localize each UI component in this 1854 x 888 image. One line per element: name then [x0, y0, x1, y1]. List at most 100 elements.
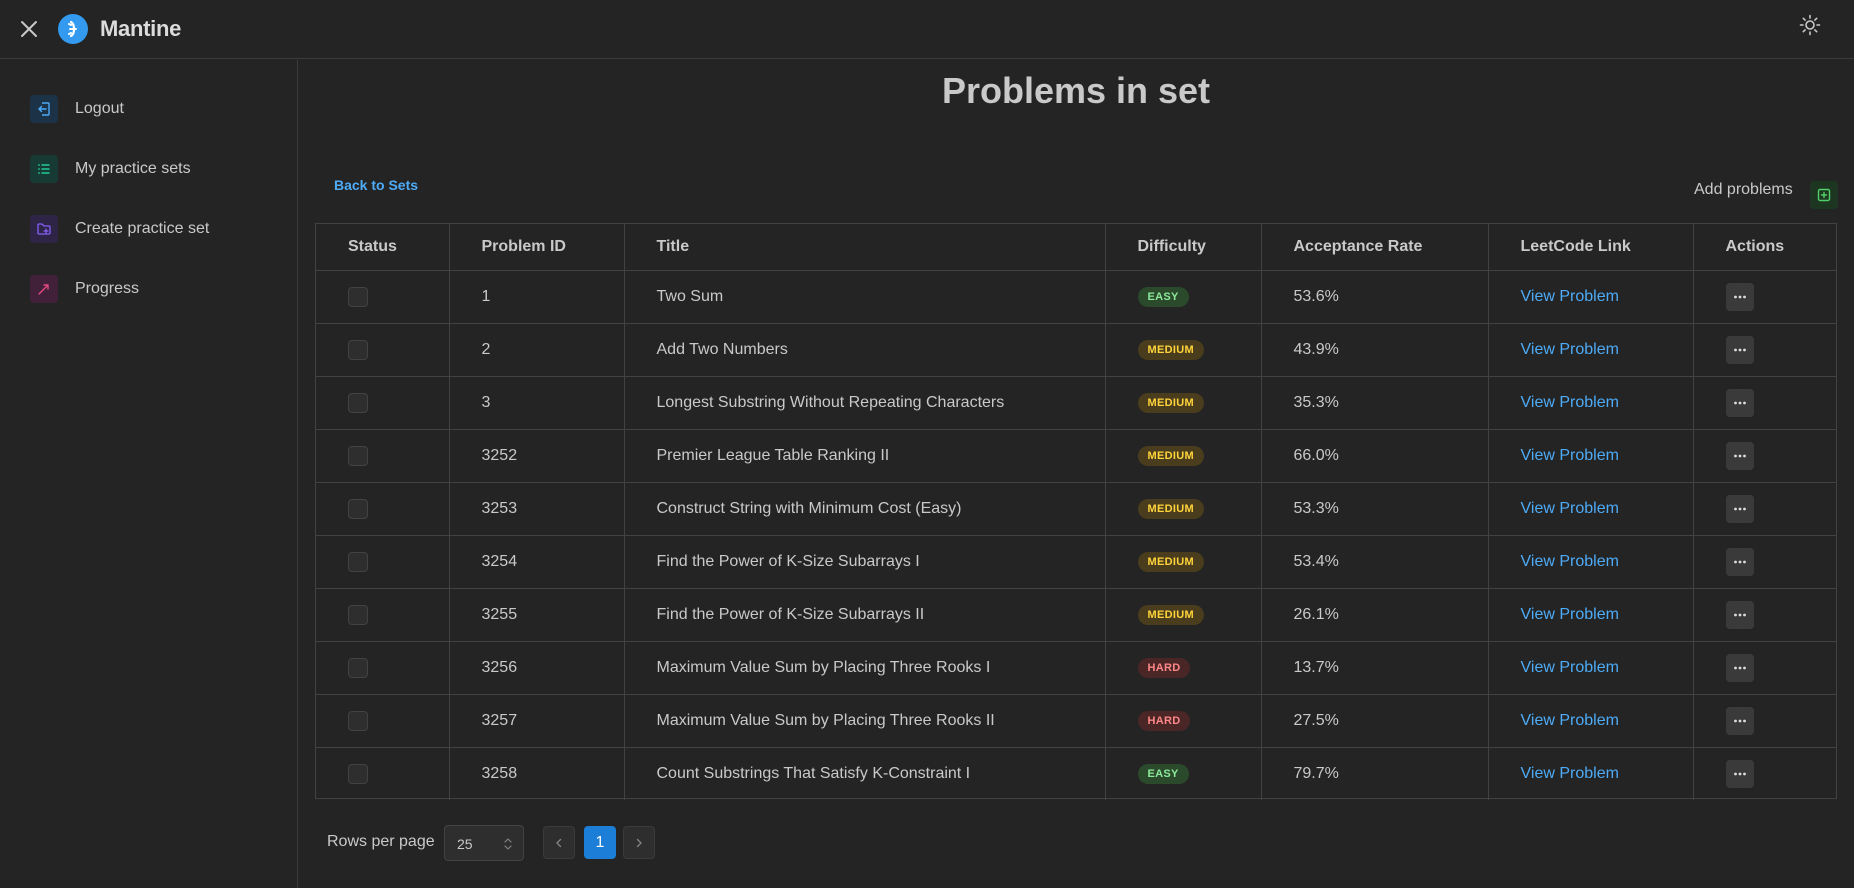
acceptance-rate-cell: 26.1%: [1261, 588, 1489, 642]
trending-up-icon: [30, 275, 58, 303]
column-header-acceptance-rate[interactable]: Acceptance Rate: [1261, 224, 1489, 271]
sidebar-item-progress[interactable]: Progress: [0, 263, 297, 315]
leetcode-link-cell: View Problem: [1488, 376, 1694, 430]
problem-title-cell: Construct String with Minimum Cost (Easy…: [624, 482, 1106, 536]
rows-per-page-label: Rows per page: [327, 833, 435, 850]
actions-cell: [1693, 694, 1836, 748]
row-actions-button[interactable]: [1725, 706, 1754, 735]
row-actions-button[interactable]: [1725, 600, 1754, 629]
view-problem-link[interactable]: View Problem: [1521, 341, 1619, 358]
row-actions-button[interactable]: [1725, 759, 1754, 788]
difficulty-badge: MEDIUM: [1137, 604, 1204, 625]
table-row: 3 Longest Substring Without Repeating Cha…: [316, 376, 1836, 430]
leetcode-link-cell: View Problem: [1488, 270, 1694, 324]
problem-id-cell: 2: [449, 323, 625, 377]
sidebar-item-label: Logout: [75, 100, 124, 117]
status-checkbox[interactable]: [348, 604, 368, 625]
difficulty-badge: MEDIUM: [1137, 551, 1204, 572]
difficulty-cell: MEDIUM: [1105, 429, 1262, 483]
row-actions-button[interactable]: [1725, 547, 1754, 576]
column-header-status[interactable]: Status: [316, 224, 450, 271]
mantine-logo-icon: [58, 14, 88, 44]
logo-text: Mantine: [100, 16, 182, 41]
table-row: 3255 Find the Power of K-Size Subarrays I…: [316, 588, 1836, 642]
status-cell: [316, 376, 450, 430]
leetcode-link-cell: View Problem: [1488, 535, 1694, 589]
status-checkbox[interactable]: [348, 763, 368, 784]
chevron-left-icon: [556, 838, 562, 847]
page-1-button[interactable]: 1: [584, 826, 616, 859]
status-checkbox[interactable]: [348, 445, 368, 466]
status-checkbox[interactable]: [348, 392, 368, 413]
row-actions-button[interactable]: [1725, 441, 1754, 470]
actions-cell: [1693, 535, 1836, 589]
column-header-difficulty[interactable]: Difficulty: [1105, 224, 1262, 271]
status-cell: [316, 588, 450, 642]
problems-table: Status Problem ID Title Difficulty Accep…: [315, 223, 1837, 800]
list-icon: [30, 155, 58, 183]
dots-icon: [1733, 666, 1746, 669]
acceptance-rate-cell: 27.5%: [1261, 694, 1489, 748]
status-cell: [316, 482, 450, 536]
dots-icon: [1733, 401, 1746, 404]
view-problem-link[interactable]: View Problem: [1521, 500, 1619, 517]
status-cell: [316, 323, 450, 377]
leetcode-link-cell: View Problem: [1488, 482, 1694, 536]
status-checkbox[interactable]: [348, 498, 368, 519]
difficulty-badge: EASY: [1137, 763, 1189, 784]
column-header-actions: Actions: [1693, 224, 1836, 271]
previous-page-button[interactable]: [543, 826, 575, 859]
status-checkbox[interactable]: [348, 657, 368, 678]
add-problems-button[interactable]: [1810, 181, 1838, 209]
theme-toggle-sun-icon[interactable]: [1797, 12, 1823, 38]
view-problem-link[interactable]: View Problem: [1521, 288, 1619, 305]
view-problem-link[interactable]: View Problem: [1521, 712, 1619, 729]
logo[interactable]: Mantine: [58, 14, 181, 44]
leetcode-link-cell: View Problem: [1488, 588, 1694, 642]
row-actions-button[interactable]: [1725, 494, 1754, 523]
status-checkbox[interactable]: [348, 551, 368, 572]
view-problem-link[interactable]: View Problem: [1521, 606, 1619, 623]
sidebar-item-my-practice-sets[interactable]: My practice sets: [0, 143, 297, 195]
close-icon[interactable]: [16, 16, 42, 42]
leetcode-link-cell: View Problem: [1488, 323, 1694, 377]
difficulty-cell: EASY: [1105, 747, 1262, 800]
problem-id-cell: 3257: [449, 694, 625, 748]
row-actions-button[interactable]: [1725, 335, 1754, 364]
column-header-problem-id[interactable]: Problem ID: [449, 224, 625, 271]
view-problem-link[interactable]: View Problem: [1521, 765, 1619, 782]
row-actions-button[interactable]: [1725, 388, 1754, 417]
problem-title-cell: Longest Substring Without Repeating Char…: [624, 376, 1106, 430]
difficulty-cell: EASY: [1105, 270, 1262, 324]
dots-icon: [1733, 772, 1746, 776]
status-checkbox[interactable]: [348, 286, 368, 307]
view-problem-link[interactable]: View Problem: [1521, 394, 1619, 411]
column-header-leetcode-link[interactable]: LeetCode Link: [1488, 224, 1694, 271]
problem-title-cell: Find the Power of K-Size Subarrays II: [624, 588, 1106, 642]
next-page-button[interactable]: [623, 826, 655, 859]
sidebar-item-create-practice-set[interactable]: Create practice set: [0, 203, 297, 255]
problem-title-cell: Premier League Table Ranking II: [624, 429, 1106, 483]
problem-title-cell: Maximum Value Sum by Placing Three Rooks…: [624, 694, 1106, 748]
back-to-sets-link[interactable]: Back to Sets: [334, 177, 418, 193]
problem-title-cell: Two Sum: [624, 270, 1106, 324]
status-checkbox[interactable]: [348, 710, 368, 731]
actions-cell: [1693, 588, 1836, 642]
problem-id-cell: 3255: [449, 588, 625, 642]
row-actions-button[interactable]: [1725, 653, 1754, 682]
rows-per-page-select[interactable]: 25: [444, 825, 524, 861]
acceptance-rate-cell: 53.6%: [1261, 270, 1489, 324]
sidebar-item-logout[interactable]: Logout: [0, 83, 297, 135]
status-checkbox[interactable]: [348, 339, 368, 360]
actions-cell: [1693, 482, 1836, 536]
row-actions-button[interactable]: [1725, 282, 1754, 311]
view-problem-link[interactable]: View Problem: [1521, 553, 1619, 570]
column-header-title[interactable]: Title: [624, 224, 1106, 271]
difficulty-cell: MEDIUM: [1105, 323, 1262, 377]
acceptance-rate-cell: 66.0%: [1261, 429, 1489, 483]
view-problem-link[interactable]: View Problem: [1521, 659, 1619, 676]
status-cell: [316, 747, 450, 800]
dots-icon: [1733, 507, 1746, 510]
view-problem-link[interactable]: View Problem: [1521, 447, 1619, 464]
status-cell: [316, 641, 450, 695]
